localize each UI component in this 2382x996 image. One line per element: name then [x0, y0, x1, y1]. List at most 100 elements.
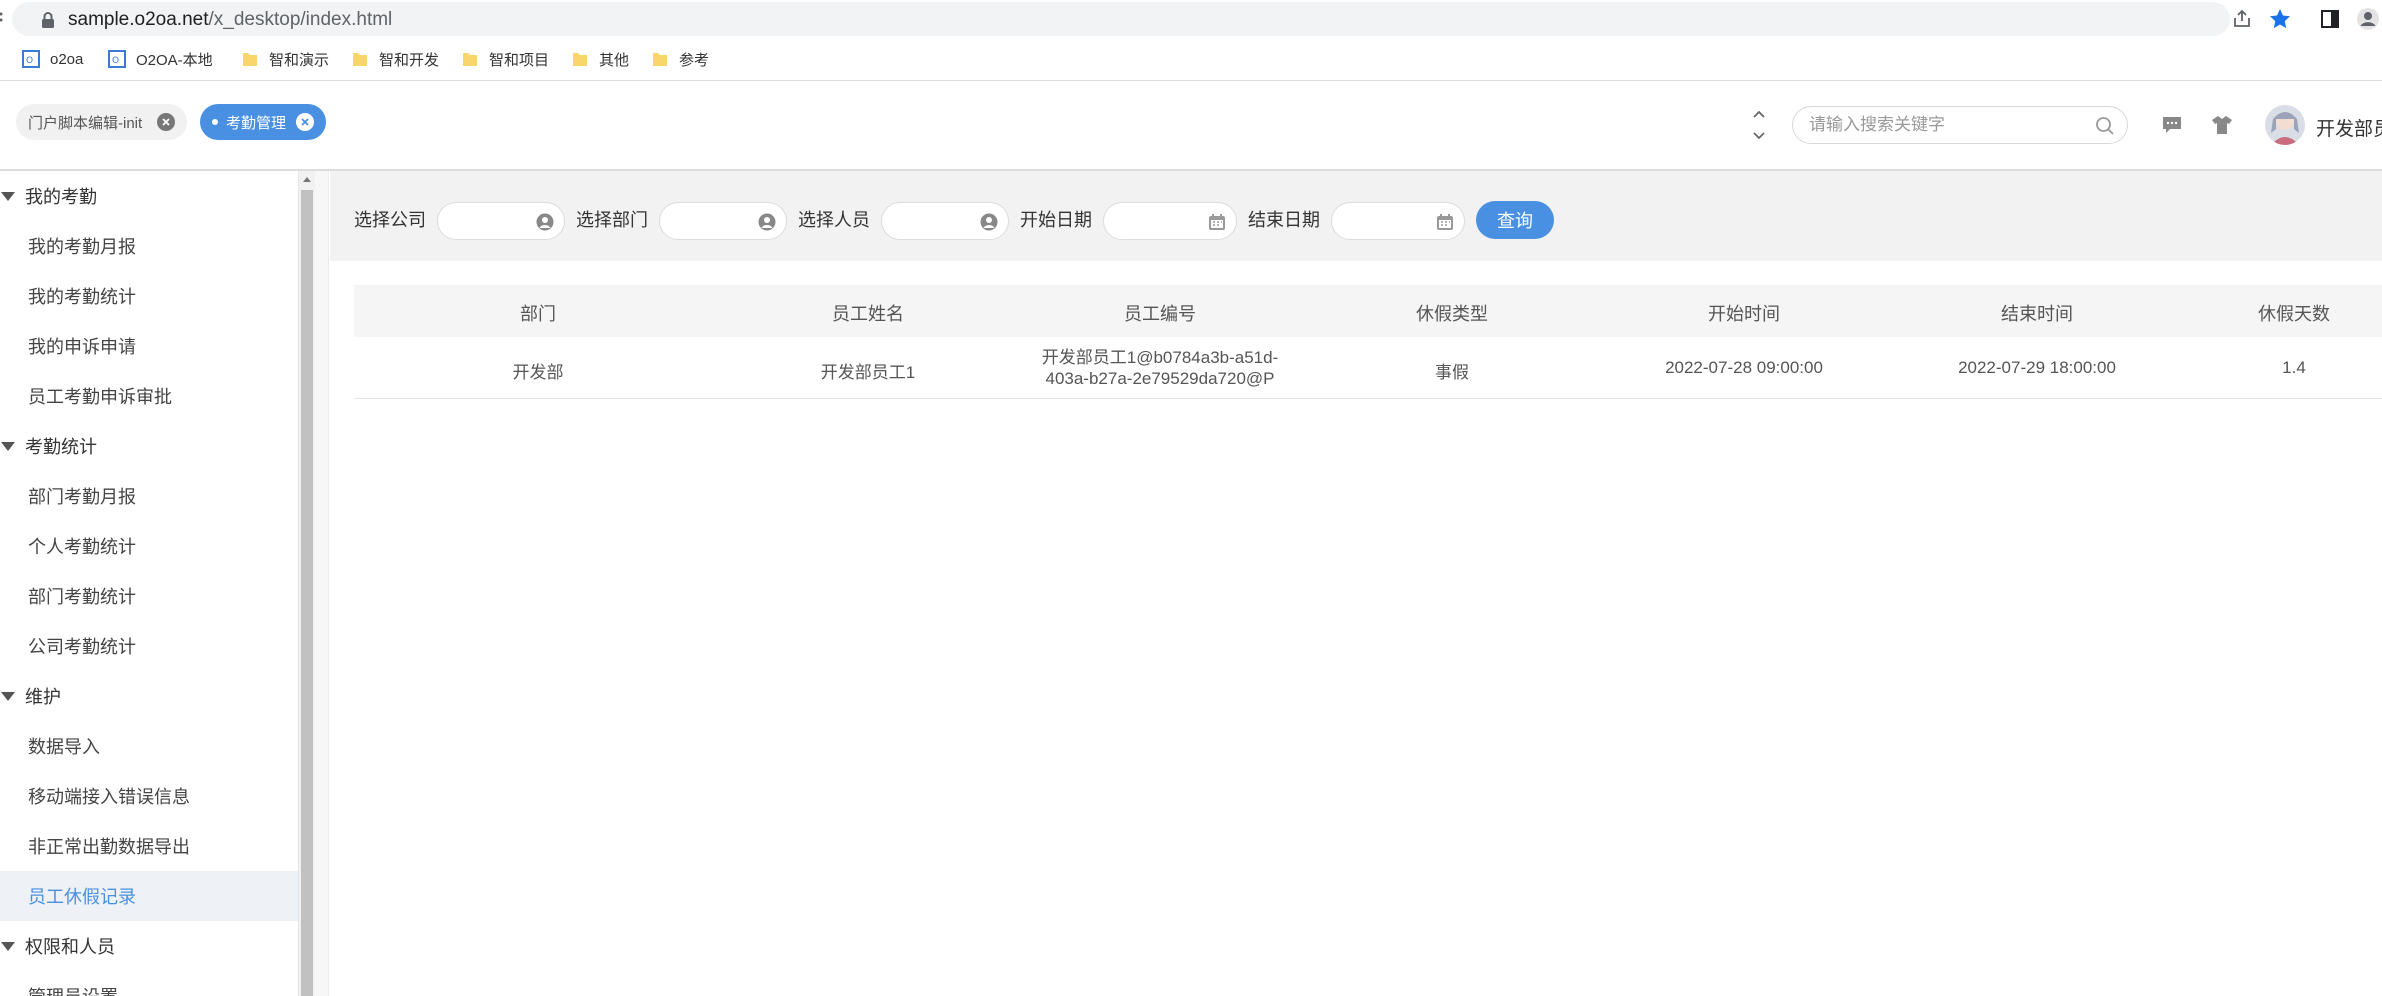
query-button[interactable]: 查询 [1476, 201, 1554, 239]
column-header[interactable]: 结束时间 [2001, 300, 2073, 326]
sidebar-item[interactable]: 非正常出勤数据导出 [0, 821, 298, 871]
caret-down-icon [1, 191, 15, 201]
cell-start-time: 2022-07-28 09:00:00 [1665, 358, 1823, 377]
browser-address-bar: sample.o2oa.net/x_desktop/index.html [0, 0, 2382, 38]
side-panel-icon[interactable] [2318, 7, 2342, 31]
cell-name: 开发部员工1 [820, 363, 916, 382]
skin-icon[interactable] [2211, 115, 2233, 135]
caret-down-icon [1, 441, 15, 451]
column-header[interactable]: 开始时间 [1708, 300, 1780, 326]
person-select[interactable] [881, 202, 1009, 240]
end-date-input[interactable] [1331, 202, 1465, 240]
calendar-icon [1437, 214, 1453, 230]
app-header: 门户脚本编辑-init 考勤管理 开发部员 [0, 81, 2382, 169]
sidebar-group-my-attendance[interactable]: 我的考勤 [0, 171, 298, 221]
search-box [1792, 106, 2128, 144]
expand-collapse-icon[interactable] [1750, 107, 1768, 143]
bookmark-folder[interactable]: 智和开发 [351, 48, 439, 70]
cell-end-time: 2022-07-29 18:00:00 [1958, 358, 2116, 377]
sidebar: 我的考勤 我的考勤月报 我的考勤统计 我的申诉申请 员工考勤申诉审批 考勤统计 … [0, 171, 298, 996]
sidebar-group-attendance-stats[interactable]: 考勤统计 [0, 421, 298, 471]
lock-icon [42, 12, 54, 28]
bookmark-folder[interactable]: 参考 [651, 48, 709, 70]
message-icon[interactable] [2162, 116, 2182, 134]
column-header[interactable]: 休假天数 [2258, 300, 2330, 326]
sidebar-item[interactable]: 我的申诉申请 [0, 321, 298, 371]
scroll-thumb[interactable] [301, 190, 313, 996]
tab-attendance[interactable]: 考勤管理 [200, 104, 326, 140]
search-icon[interactable] [2095, 116, 2115, 136]
bookmark-folder[interactable]: 智和演示 [241, 48, 329, 70]
filter-bar: 选择公司 选择部门 选择人员 开始日期 结束日期 查询 [330, 171, 2382, 261]
bookmark-o2oa-local[interactable]: O O2OA-本地 [108, 48, 213, 70]
start-date-input[interactable] [1103, 202, 1237, 240]
company-select[interactable] [437, 202, 565, 240]
share-icon[interactable] [2230, 7, 2254, 31]
column-header[interactable]: 员工姓名 [832, 300, 904, 326]
cell-days: 1.4 [2282, 358, 2306, 377]
table-row[interactable]: 开发部 开发部员工1 开发部员工1@b0784a3b-a51d- 403a-b27… [354, 337, 2382, 399]
cell-employee-id: 开发部员工1@b0784a3b-a51d- 403a-b27a-2e79529da… [1041, 348, 1279, 388]
search-input[interactable] [1809, 115, 2079, 135]
sidebar-item[interactable]: 数据导入 [0, 721, 298, 771]
sidebar-item[interactable]: 管理员设置 [0, 971, 298, 996]
person-label: 选择人员 [798, 210, 870, 230]
avatar-image [2265, 105, 2305, 145]
folder-icon [573, 53, 587, 66]
bookmark-o2oa[interactable]: O o2oa [22, 48, 83, 70]
folder-icon [243, 53, 257, 66]
sidebar-item[interactable]: 员工考勤申诉审批 [0, 371, 298, 421]
tab-portal-script[interactable]: 门户脚本编辑-init [16, 104, 187, 140]
o2-icon: O [108, 50, 126, 68]
department-label: 选择部门 [576, 210, 648, 230]
url-field[interactable]: sample.o2oa.net/x_desktop/index.html [12, 2, 2230, 36]
sidebar-group-permissions[interactable]: 权限和人员 [0, 921, 298, 971]
department-select[interactable] [659, 202, 787, 240]
person-icon [758, 213, 776, 231]
person-icon [536, 213, 554, 231]
sidebar-group-maintenance[interactable]: 维护 [0, 671, 298, 721]
caret-down-icon [1, 941, 15, 951]
column-header[interactable]: 休假类型 [1416, 300, 1488, 326]
company-label: 选择公司 [354, 210, 426, 230]
sidebar-item[interactable]: 我的考勤统计 [0, 271, 298, 321]
cell-leave-type: 事假 [1435, 363, 1469, 382]
sidebar-scrollbar[interactable] [298, 171, 315, 996]
leave-records-table: 部门 员工姓名 员工编号 休假类型 开始时间 结束时间 休假天数 开发部 开发部… [354, 285, 2382, 399]
active-dot-icon [212, 119, 218, 125]
sidebar-item[interactable]: 部门考勤统计 [0, 571, 298, 621]
table-header: 部门 员工姓名 员工编号 休假类型 开始时间 结束时间 休假天数 [354, 285, 2382, 337]
sidebar-item[interactable]: 移动端接入错误信息 [0, 771, 298, 821]
end-date-label: 结束日期 [1248, 210, 1320, 230]
sidebar-item-leave-records[interactable]: 员工休假记录 [0, 871, 298, 921]
sidebar-item[interactable]: 部门考勤月报 [0, 471, 298, 521]
bookmarks-bar: O o2oa O O2OA-本地 智和演示 智和开发 智和项目 其他 参考 [0, 40, 2382, 78]
folder-icon [463, 53, 477, 66]
sidebar-item[interactable]: 我的考勤月报 [0, 221, 298, 271]
bookmark-folder[interactable]: 其他 [571, 48, 629, 70]
start-date-label: 开始日期 [1020, 210, 1092, 230]
main-content: 选择公司 选择部门 选择人员 开始日期 结束日期 查询 部门 员工姓名 员工编号… [330, 171, 2382, 996]
svg-text:O: O [112, 56, 119, 66]
close-icon[interactable] [296, 113, 314, 131]
folder-icon [353, 53, 367, 66]
column-header[interactable]: 部门 [520, 300, 556, 326]
star-icon[interactable] [2268, 7, 2292, 31]
bookmark-folder[interactable]: 智和项目 [461, 48, 549, 70]
profile-icon[interactable] [2356, 7, 2380, 31]
sidebar-item[interactable]: 公司考勤统计 [0, 621, 298, 671]
person-icon [980, 213, 998, 231]
divider [315, 171, 329, 996]
svg-text:O: O [26, 56, 33, 66]
folder-icon [653, 53, 667, 66]
avatar[interactable] [2265, 105, 2305, 145]
menu-dots-icon[interactable] [0, 8, 6, 28]
o2-icon: O [22, 50, 40, 68]
calendar-icon [1209, 214, 1225, 230]
scroll-up-icon[interactable] [303, 177, 311, 182]
column-header[interactable]: 员工编号 [1124, 300, 1196, 326]
username[interactable]: 开发部员 [2316, 114, 2382, 141]
url-text: sample.o2oa.net/x_desktop/index.html [68, 9, 393, 30]
close-icon[interactable] [157, 113, 175, 131]
sidebar-item[interactable]: 个人考勤统计 [0, 521, 298, 571]
